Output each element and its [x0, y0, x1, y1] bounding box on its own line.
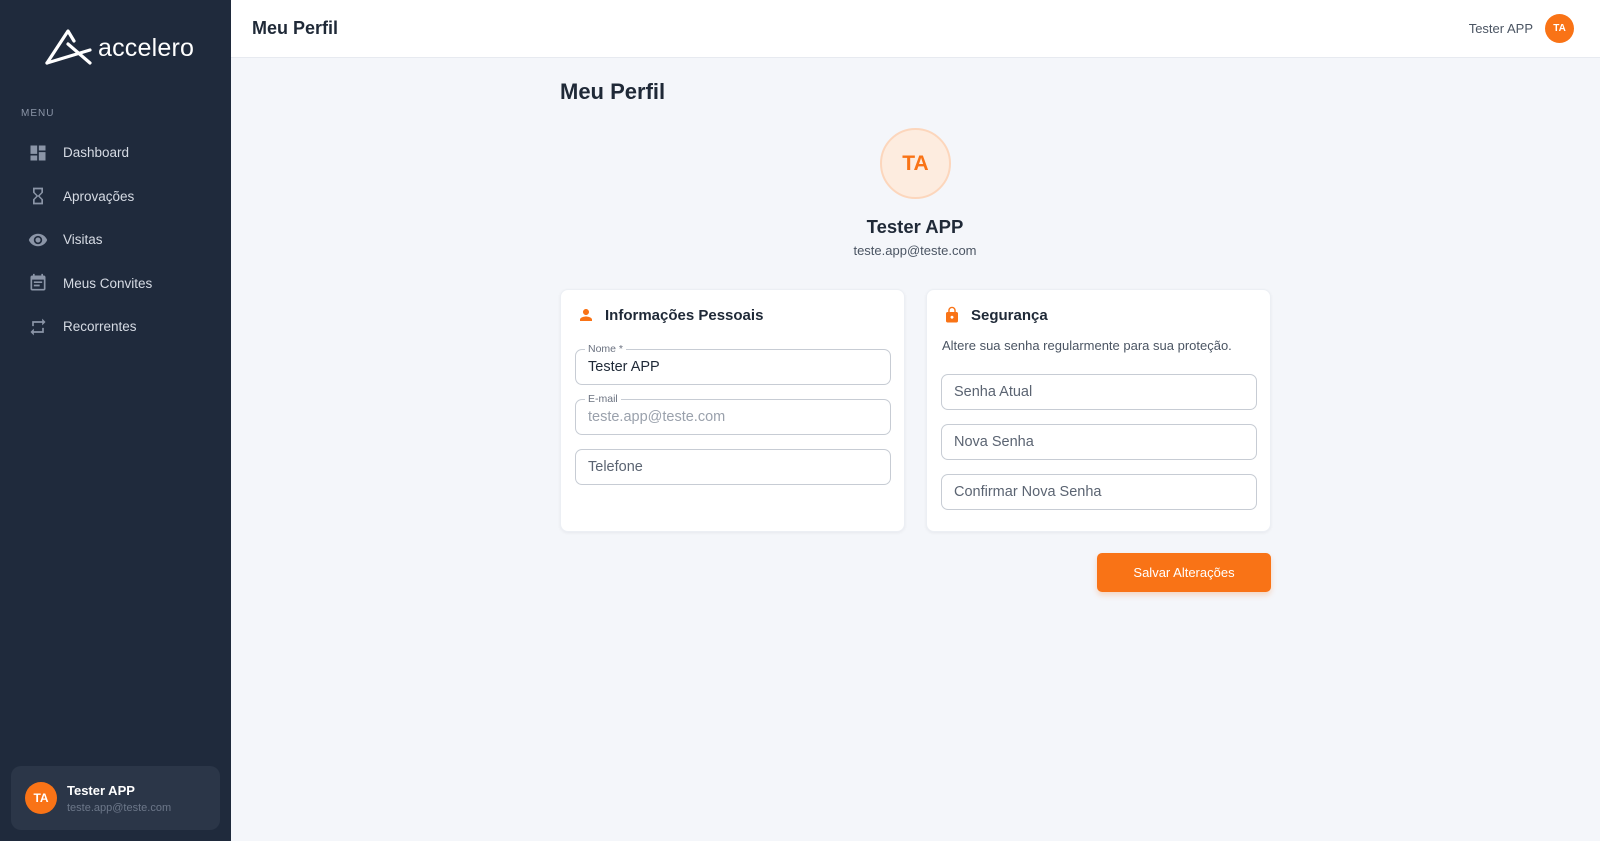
sidebar-item-label: Aprovações	[63, 188, 135, 204]
sidebar-user-card[interactable]: TA Tester APP teste.app@teste.com	[11, 766, 220, 830]
phone-input[interactable]	[576, 450, 890, 484]
email-field: E-mail	[575, 393, 891, 435]
header-user-name: Tester APP	[1468, 21, 1533, 36]
phone-field	[575, 449, 891, 485]
confirm-password-field	[941, 474, 1257, 510]
email-input	[576, 400, 890, 434]
security-card: Segurança Altere sua senha regularmente …	[926, 289, 1271, 532]
new-password-field	[941, 424, 1257, 460]
sidebar-item-label: Recorrentes	[63, 319, 137, 335]
calendar-icon	[28, 273, 48, 293]
current-password-field	[941, 374, 1257, 410]
menu-section-label: MENU	[21, 108, 55, 119]
sidebar-item-meus-convites[interactable]: Meus Convites	[0, 262, 231, 306]
sidebar-item-aprovacoes[interactable]: Aprovações	[0, 175, 231, 219]
sidebar-nav: Dashboard Aprovações Visitas Meus Convit…	[0, 131, 231, 349]
person-icon	[580, 309, 592, 321]
profile-email: teste.app@teste.com	[853, 243, 977, 258]
avatar: TA	[25, 782, 57, 814]
brand-name: accelero	[98, 33, 195, 62]
save-changes-button[interactable]: Salvar Alterações	[1097, 553, 1271, 592]
header-title: Meu Perfil	[252, 18, 339, 38]
name-field: Nome *	[575, 343, 891, 385]
dashboard-icon	[28, 143, 48, 163]
sidebar-item-label: Dashboard	[63, 145, 130, 161]
sidebar-item-label: Meus Convites	[63, 275, 153, 291]
sidebar-user-email: teste.app@teste.com	[67, 801, 172, 814]
sidebar-item-visitas[interactable]: Visitas	[0, 218, 231, 262]
card-title: Segurança	[971, 306, 1048, 324]
accelero-logo-icon	[45, 29, 92, 65]
card-title: Informações Pessoais	[605, 306, 764, 324]
profile-avatar: TA	[880, 128, 951, 199]
page-title: Meu Perfil	[560, 79, 666, 104]
sidebar: accelero MENU Dashboard Aprovações Visit…	[0, 0, 231, 841]
lock-icon	[946, 306, 958, 323]
security-subtitle: Altere sua senha regularmente para sua p…	[942, 338, 1232, 353]
sidebar-user-info: Tester APP teste.app@teste.com	[67, 783, 171, 814]
sidebar-item-dashboard[interactable]: Dashboard	[0, 131, 231, 175]
profile-name: Tester APP	[866, 216, 964, 237]
confirm-password-input[interactable]	[942, 475, 1256, 509]
card-header: Segurança	[943, 306, 1048, 324]
card-header: Informações Pessoais	[577, 306, 763, 324]
personal-info-card: Informações Pessoais Nome * E-mail	[560, 289, 905, 532]
hourglass-icon	[28, 186, 48, 206]
sidebar-item-label: Visitas	[63, 232, 103, 248]
repeat-icon	[28, 317, 48, 337]
new-password-input[interactable]	[942, 425, 1256, 459]
name-field-label: Nome *	[585, 343, 627, 355]
current-password-input[interactable]	[942, 375, 1256, 409]
brand-logo[interactable]: accelero	[44, 28, 194, 66]
sidebar-item-recorrentes[interactable]: Recorrentes	[0, 305, 231, 349]
sidebar-user-name: Tester APP	[67, 782, 135, 798]
header-user-menu[interactable]: Tester APP TA	[1469, 14, 1574, 43]
avatar: TA	[1545, 14, 1574, 43]
top-header: Meu Perfil Tester APP TA	[231, 0, 1600, 58]
eye-icon	[28, 230, 48, 250]
email-field-label: E-mail	[585, 393, 621, 405]
name-input[interactable]	[576, 350, 890, 384]
